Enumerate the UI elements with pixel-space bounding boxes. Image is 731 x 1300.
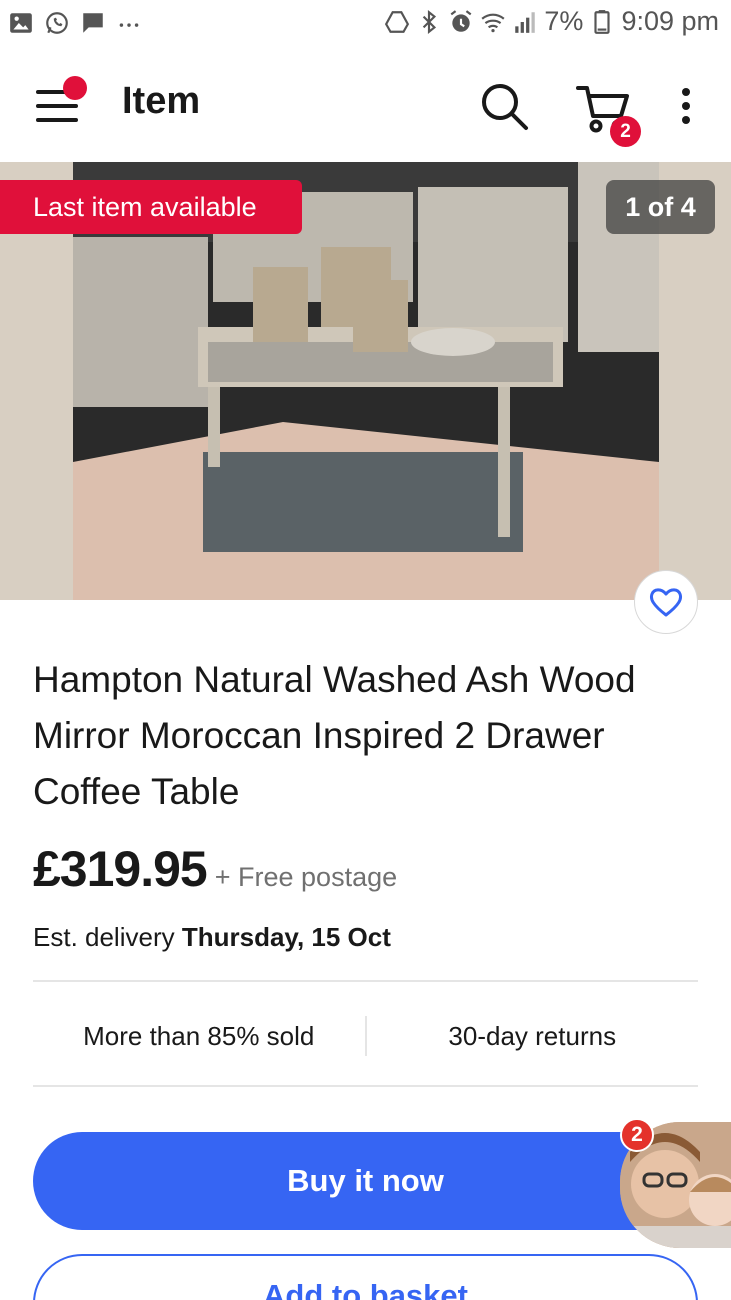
postage-info: + Free postage (214, 862, 398, 892)
chat-head-badge: 2 (620, 1118, 654, 1152)
app-bar: Item 2 (0, 50, 731, 160)
whatsapp-icon (46, 12, 68, 34)
sold-percentage: More than 85% sold (83, 1020, 315, 1051)
gallery-icon (10, 13, 32, 33)
search-icon[interactable] (478, 80, 530, 132)
cart-count-badge: 2 (610, 116, 641, 147)
price-row: £319.95 + Free postage (33, 840, 397, 898)
product-image-gallery[interactable]: Last item available 1 of 4 (0, 162, 731, 600)
more-options-icon[interactable] (670, 86, 702, 126)
more-notifications-icon (119, 23, 139, 27)
watch-button[interactable] (634, 570, 698, 634)
alarm-icon (451, 9, 472, 32)
battery-percent: 7% (544, 6, 584, 36)
heart-icon (649, 588, 683, 617)
add-to-basket-button[interactable]: Add to basket (33, 1254, 698, 1300)
item-highlights: More than 85% sold 30-day returns (33, 1012, 698, 1060)
image-counter: 1 of 4 (606, 180, 715, 234)
wifi-icon (481, 13, 505, 32)
system-indicators: 7% 9:09 pm (384, 6, 719, 37)
divider (33, 980, 698, 982)
returns-policy: 30-day returns (448, 1020, 617, 1051)
delivery-label: Est. delivery (33, 922, 175, 952)
signal-icon (515, 11, 536, 33)
bluetooth-icon (423, 9, 437, 34)
delivery-estimate: Est. delivery Thursday, 15 Oct (33, 922, 391, 953)
message-icon (83, 13, 103, 33)
menu-notification-dot (63, 76, 87, 100)
product-title: Hampton Natural Washed Ash Wood Mirror M… (33, 659, 636, 812)
drive-icon (385, 10, 410, 33)
buy-it-now-button[interactable]: Buy it now (33, 1132, 698, 1230)
clock: 9:09 pm (621, 6, 719, 36)
delivery-date: Thursday, 15 Oct (181, 922, 391, 952)
status-bar: 7% 9:09 pm (0, 0, 731, 50)
last-item-badge: Last item available (0, 180, 302, 234)
notification-icons (8, 10, 142, 36)
page-title: Item (122, 80, 201, 122)
divider (33, 1085, 698, 1087)
battery-icon (594, 9, 611, 34)
price: £319.95 (33, 841, 208, 897)
